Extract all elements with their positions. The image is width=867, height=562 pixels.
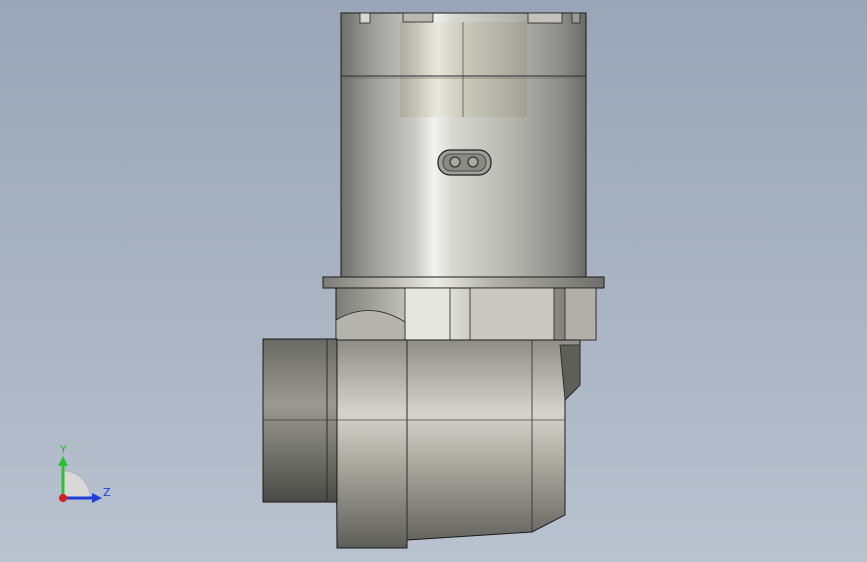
output-shaft[interactable] (262, 338, 338, 503)
motor-body[interactable] (340, 12, 587, 278)
connector-slot-icon (437, 149, 492, 176)
model-render[interactable] (0, 0, 867, 562)
z-axis-label: Z (103, 486, 111, 499)
gear-housing[interactable] (335, 339, 581, 549)
y-axis-label: Y (60, 443, 67, 456)
coordinate-triad: Y Z (50, 440, 120, 510)
graphics-viewport[interactable]: Y Z (0, 0, 867, 562)
